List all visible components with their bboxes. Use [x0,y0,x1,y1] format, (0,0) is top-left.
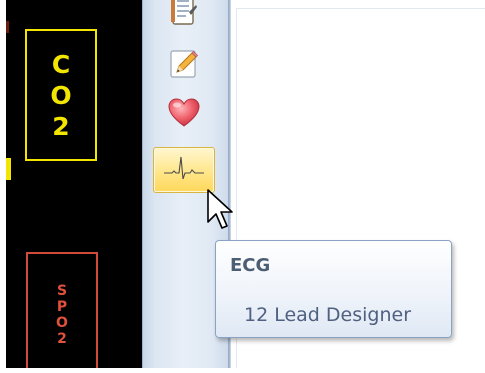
heart-icon [167,97,201,133]
monitor-yellow-indicator [6,158,11,180]
tooltip-title: ECG [230,255,271,276]
ecg-tooltip: ECG 12 Lead Designer [215,240,452,338]
heart-button[interactable] [166,95,202,135]
pencil-edit-icon [168,48,200,84]
co2-label-char: C [51,49,71,79]
monitor-red-indicator [6,21,9,33]
mouse-pointer-icon [206,188,238,234]
ecg-button[interactable] [153,147,215,193]
window-bottom-border [0,368,485,373]
co2-label-char: 2 [52,111,70,141]
spo2-label-char: S [56,283,68,299]
co2-parameter-box[interactable]: C O 2 [25,29,97,161]
app-window: C O 2 S P O 2 ECG 12 Lead Designer [0,0,485,373]
spo2-label-char: O [56,315,68,331]
notes-button[interactable] [165,0,201,30]
ecg-waveform-icon [162,153,206,187]
edit-button[interactable] [166,48,202,84]
notepad-icon [168,0,198,32]
spo2-parameter-box[interactable]: S P O 2 [26,252,98,372]
tooltip-description: 12 Lead Designer [244,304,412,326]
spo2-label-char: 2 [57,331,67,347]
co2-label-char: O [50,80,72,110]
spo2-label-char: P [56,299,68,315]
